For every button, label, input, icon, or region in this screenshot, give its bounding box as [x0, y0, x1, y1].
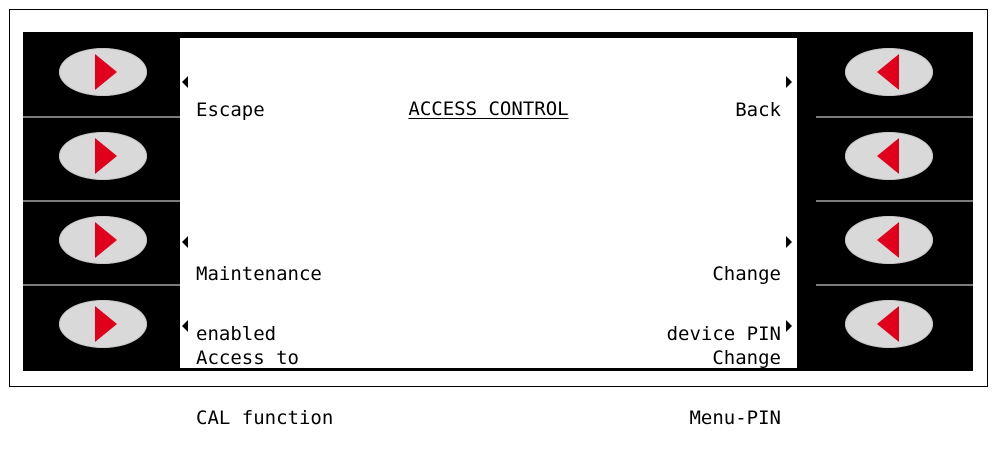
left-softkey-4[interactable] [59, 300, 147, 348]
left-softkey-cell-3 [23, 202, 180, 280]
left-label-4-line1: Access to [196, 347, 299, 369]
left-softkey-1[interactable] [59, 48, 147, 96]
right-softkey-3[interactable] [845, 216, 933, 264]
arrow-right-icon [95, 222, 117, 258]
arrow-left-icon [877, 54, 899, 90]
arrow-left-icon [877, 222, 899, 258]
softkey-indicator-left-icon [182, 76, 188, 88]
left-label-4-line2: CAL function [196, 407, 334, 429]
right-label-4-line2: Menu-PIN [689, 407, 781, 429]
left-label-3-line1: Maintenance [196, 263, 322, 285]
right-label-3-line1: Change [712, 263, 781, 285]
right-softkey-cell-1 [816, 34, 973, 112]
right-label-1[interactable]: Back [735, 60, 781, 160]
right-label-1-line1: Back [735, 99, 781, 121]
left-label-1-line1: Escape [196, 99, 265, 121]
right-label-4[interactable]: Change Menu-PIN [689, 308, 781, 468]
left-label-4[interactable]: Access to CAL function [196, 308, 333, 468]
right-softkey-1[interactable] [845, 48, 933, 96]
screen-title: ACCESS CONTROL [180, 98, 797, 120]
left-softkey-2[interactable] [59, 132, 147, 180]
right-softkey-cell-2 [816, 118, 973, 196]
left-softkey-cell-2 [23, 118, 180, 196]
softkey-indicator-left-icon [182, 320, 188, 332]
right-softkey-cell-4 [816, 286, 973, 364]
arrow-right-icon [95, 306, 117, 342]
left-softkey-3[interactable] [59, 216, 147, 264]
arrow-right-icon [95, 54, 117, 90]
right-softkey-2[interactable] [845, 132, 933, 180]
softkey-indicator-right-icon [786, 236, 792, 248]
left-softkey-cell-1 [23, 34, 180, 112]
left-softkey-cell-4 [23, 286, 180, 364]
screen-title-text: ACCESS CONTROL [408, 98, 569, 120]
arrow-right-icon [95, 138, 117, 174]
arrow-left-icon [877, 306, 899, 342]
lcd-screen: ACCESS CONTROL Escape Back Maintenance e… [180, 38, 797, 428]
arrow-left-icon [877, 138, 899, 174]
left-label-1[interactable]: Escape [196, 60, 265, 160]
softkey-indicator-left-icon [182, 236, 188, 248]
right-softkey-4[interactable] [845, 300, 933, 348]
right-softkey-cell-3 [816, 202, 973, 280]
right-label-4-line1: Change [712, 347, 781, 369]
softkey-indicator-right-icon [786, 320, 792, 332]
softkey-indicator-right-icon [786, 76, 792, 88]
